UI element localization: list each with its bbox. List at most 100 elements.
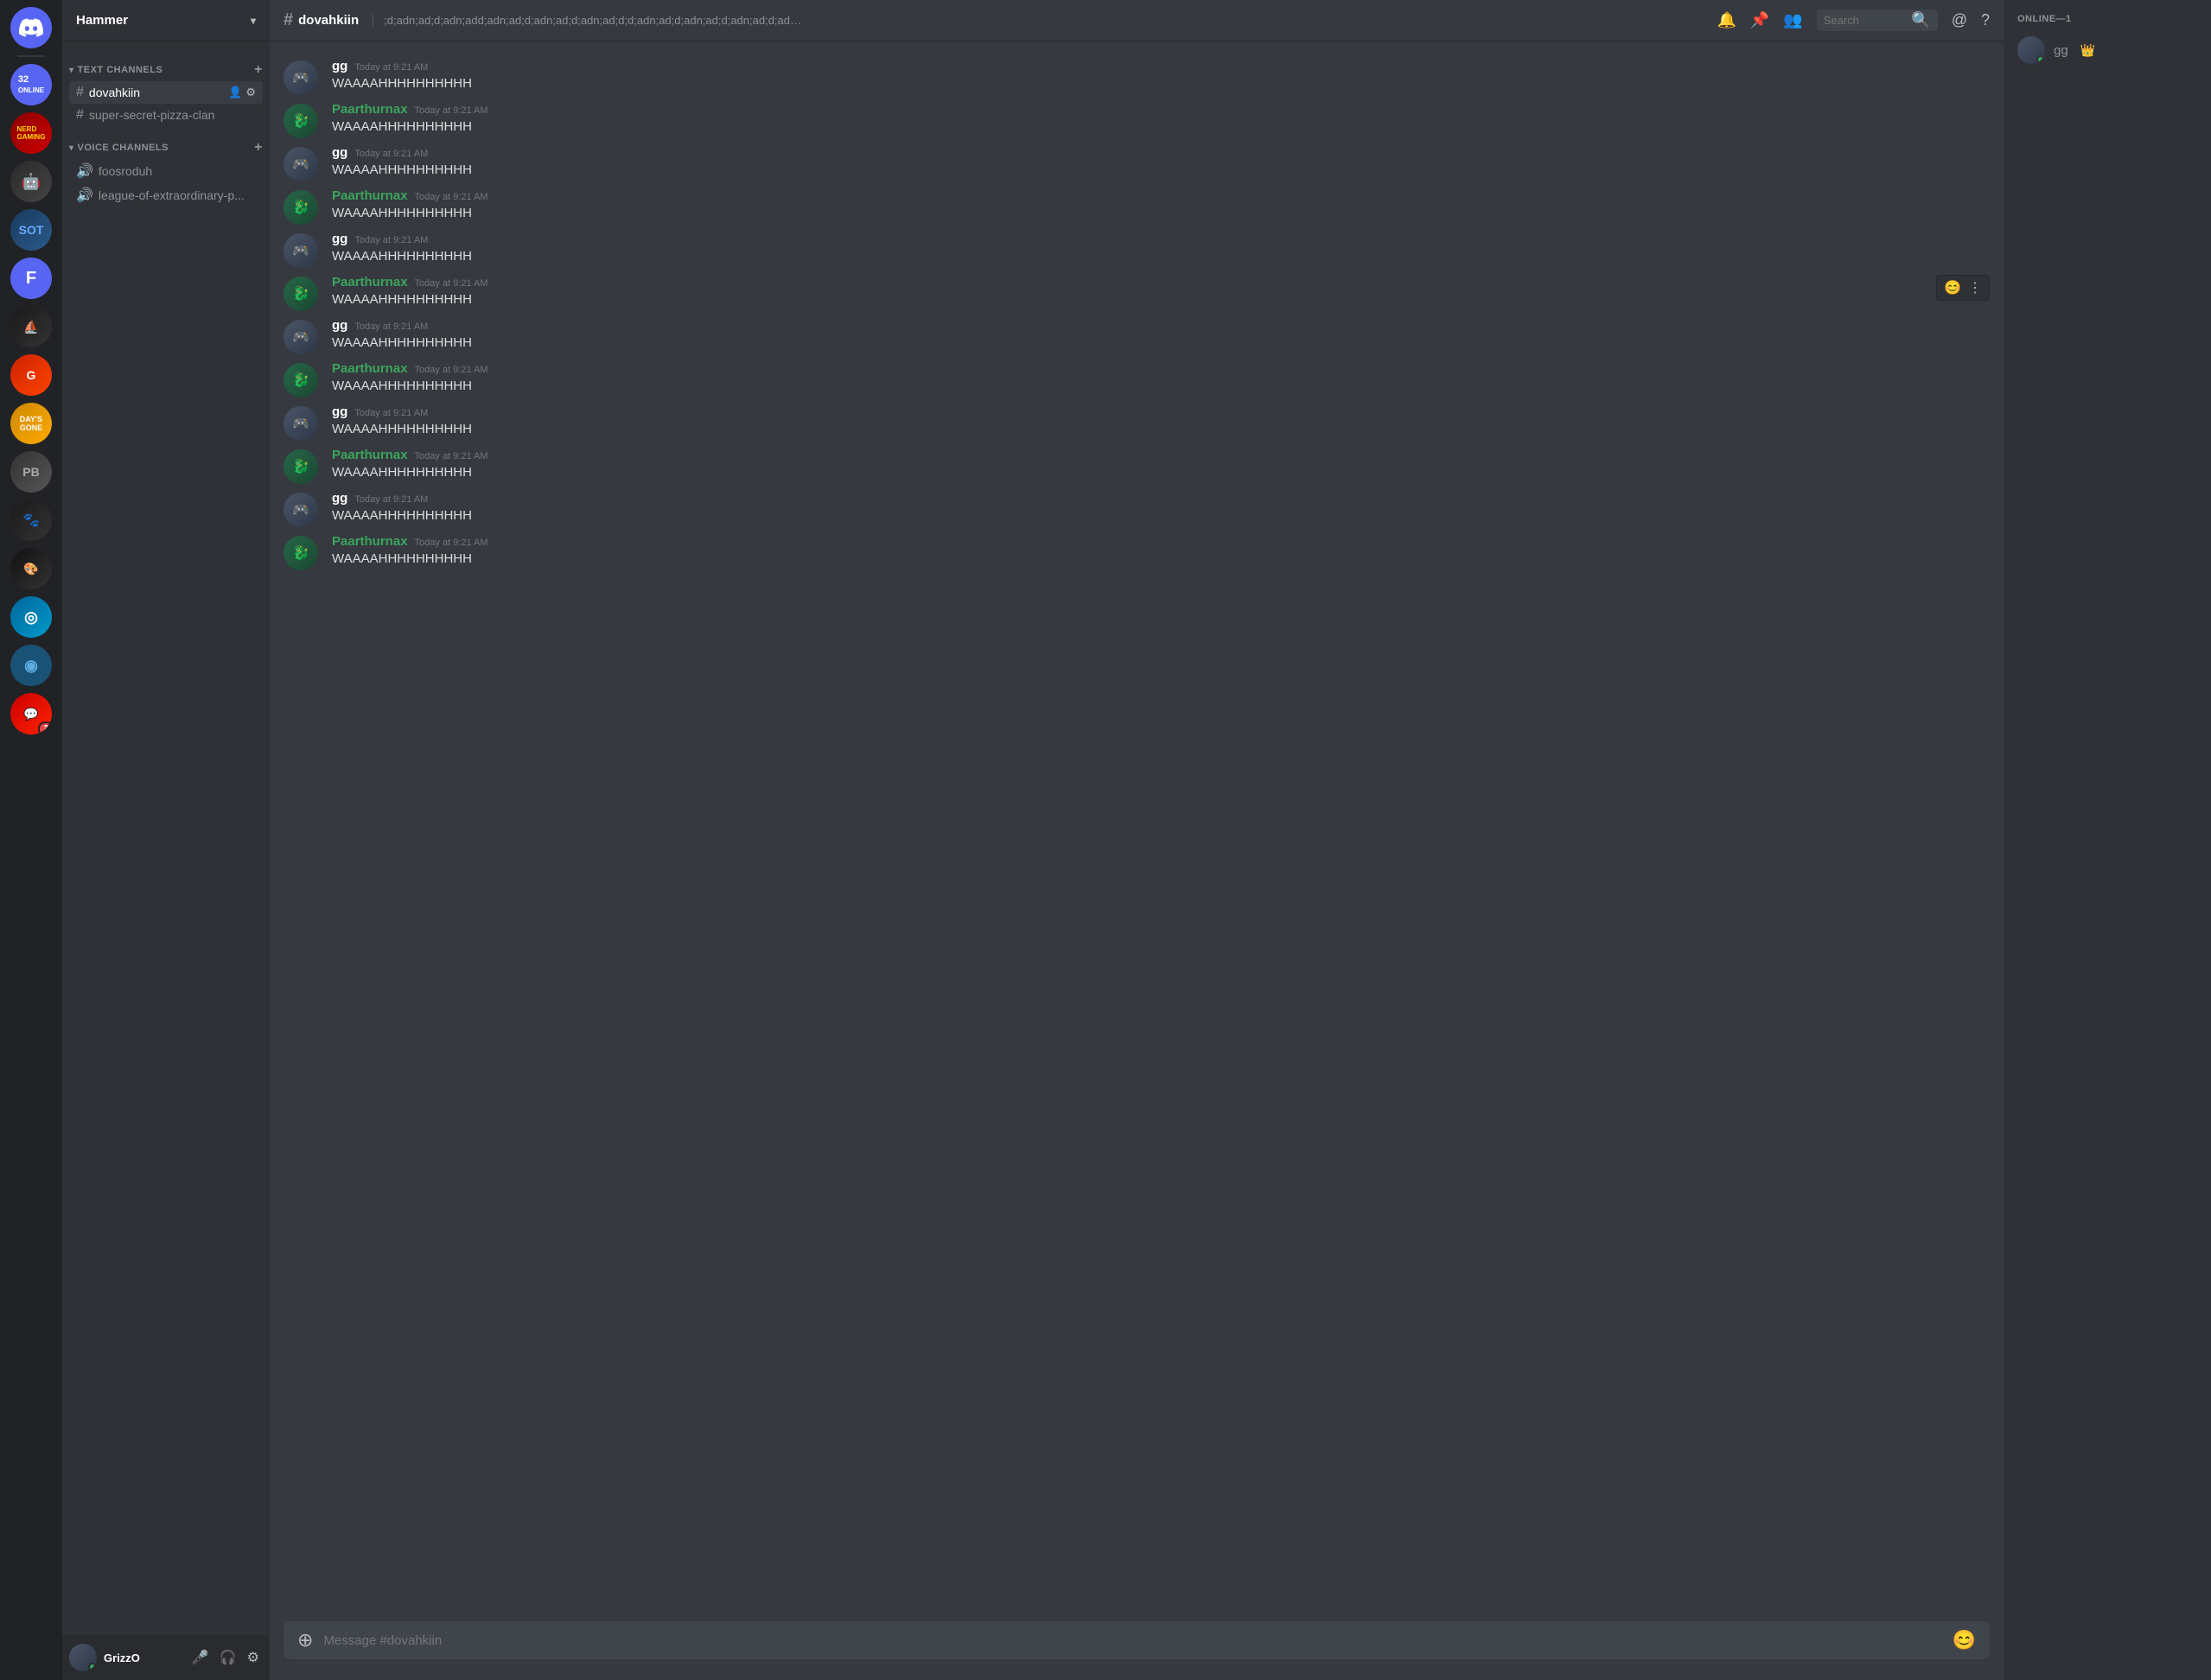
message-meta: Paarthurnax Today at 9:21 AM (332, 448, 1990, 462)
message-author[interactable]: Paarthurnax (332, 448, 408, 462)
message-timestamp: Today at 9:21 AM (415, 365, 488, 375)
server-icon-2[interactable]: NERDGAMING (10, 112, 52, 154)
message-author[interactable]: Paarthurnax (332, 534, 408, 549)
pinned-messages-icon[interactable]: 📌 (1750, 11, 1769, 29)
message-content: Paarthurnax Today at 9:21 AM WAAAAHHHHHH… (332, 188, 1990, 225)
server-icon-12[interactable]: ◎ (10, 596, 52, 638)
message-author[interactable]: Paarthurnax (332, 361, 408, 376)
message-author[interactable]: Paarthurnax (332, 102, 408, 117)
message-group: 🎮 gg Today at 9:21 AM WAAAAHHHHHHHHHH 😊 … (270, 228, 2004, 271)
voice-channels-category[interactable]: ▾ VOICE CHANNELS + (62, 126, 270, 159)
member-avatar-gg (2017, 36, 2045, 64)
server-icon-3[interactable]: 🤖 (10, 161, 52, 202)
message-timestamp: Today at 9:21 AM (415, 538, 488, 548)
message-group: 🐉 Paarthurnax Today at 9:21 AM WAAAAHHHH… (270, 271, 2004, 315)
react-button[interactable]: 😊 (1944, 279, 1961, 296)
member-name-gg: gg (2054, 43, 2068, 58)
server-icon-11[interactable]: 🎨 (10, 548, 52, 589)
message-meta: Paarthurnax Today at 9:21 AM (332, 275, 1990, 290)
message-avatar: 🐉 (284, 363, 318, 398)
add-voice-channel-button[interactable]: + (254, 140, 263, 156)
message-meta: gg Today at 9:21 AM (332, 404, 1990, 419)
server-icon-5[interactable]: F (10, 258, 52, 299)
server-list: 32ONLINE NERDGAMING 🤖 SOT F ⛵ G DAY'SGON… (0, 0, 62, 1680)
server-icon-1[interactable]: 32ONLINE (10, 64, 52, 105)
message-author[interactable]: gg (332, 491, 347, 506)
deafen-button[interactable]: 🎧 (216, 1645, 240, 1670)
channel-item-pizza-clan[interactable]: # super-secret-pizza-clan (69, 104, 263, 126)
message-text: WAAAAHHHHHHHHHH (332, 248, 1990, 266)
server-icon-9[interactable]: PB (10, 451, 52, 493)
message-text: WAAAAHHHHHHHHHH (332, 205, 1990, 223)
message-meta: Paarthurnax Today at 9:21 AM (332, 188, 1990, 203)
online-section-header: ONLINE—1 (2010, 14, 2204, 24)
channel-topic: ;d;adn;ad;d;adn;add;adn;ad;d;adn;ad;d;ad… (373, 14, 805, 27)
user-settings-button[interactable]: ⚙ (244, 1645, 263, 1670)
message-author[interactable]: Paarthurnax (332, 275, 408, 290)
server-icon-14[interactable]: 💬 3 (10, 693, 52, 735)
server-icon-4[interactable]: SOT (10, 209, 52, 251)
message-author[interactable]: gg (332, 232, 347, 246)
notification-bell-icon[interactable]: 🔔 (1717, 11, 1736, 29)
message-meta: gg Today at 9:21 AM (332, 59, 1990, 73)
member-list-icon[interactable]: 👥 (1783, 11, 1802, 29)
message-content: Paarthurnax Today at 9:21 AM WAAAAHHHHHH… (332, 275, 1990, 311)
message-avatar: 🎮 (284, 147, 318, 181)
server-icon-13[interactable]: ◉ (10, 645, 52, 686)
server-header[interactable]: Hammer ▾ (62, 0, 270, 41)
message-author[interactable]: gg (332, 59, 347, 73)
message-text: WAAAAHHHHHHHHHH (332, 507, 1990, 525)
mention-icon[interactable]: @ (1952, 11, 1967, 29)
message-author[interactable]: Paarthurnax (332, 188, 408, 203)
add-text-channel-button[interactable]: + (254, 62, 263, 78)
message-input[interactable] (323, 1633, 1941, 1648)
message-timestamp: Today at 9:21 AM (354, 494, 428, 505)
text-channels-label: TEXT CHANNELS (78, 65, 163, 75)
channel-settings-icon[interactable]: ⚙ (245, 86, 256, 99)
message-author[interactable]: gg (332, 404, 347, 419)
emoji-button[interactable]: 😊 (1953, 1629, 1976, 1651)
channel-item-foosroduh[interactable]: 🔊 foosroduh (69, 159, 263, 183)
channel-name-league: league-of-extraordinary-p... (99, 188, 256, 202)
message-group: 🐉 Paarthurnax Today at 9:21 AM WAAAAHHHH… (270, 358, 2004, 401)
messages-container: 🎮 gg Today at 9:21 AM WAAAAHHHHHHHHHH 😊 … (270, 41, 2004, 1621)
server-icon-6[interactable]: ⛵ (10, 306, 52, 347)
help-icon[interactable]: ? (1981, 11, 1990, 29)
channel-sidebar: Hammer ▾ ▾ TEXT CHANNELS + # dovahkiin 👤… (62, 0, 270, 1680)
message-avatar: 🐉 (284, 104, 318, 138)
message-timestamp: Today at 9:21 AM (415, 451, 488, 461)
channel-actions-dovahkiin: 👤 ⚙ (228, 86, 256, 99)
message-content: Paarthurnax Today at 9:21 AM WAAAAHHHHHH… (332, 534, 1990, 570)
channel-item-dovahkiin[interactable]: # dovahkiin 👤 ⚙ (69, 81, 263, 104)
search-box[interactable]: 🔍 (1817, 10, 1938, 31)
more-options-button[interactable]: ⋮ (1968, 279, 1982, 296)
server-dropdown-chevron: ▾ (251, 15, 256, 27)
main-chat-area: # dovahkiin ;d;adn;ad;d;adn;add;adn;ad;d… (270, 0, 2004, 1680)
message-input-box: ⊕ 😊 (284, 1621, 1990, 1659)
server-icon-8[interactable]: DAY'SGONE (10, 403, 52, 444)
message-avatar: 🐉 (284, 449, 318, 484)
message-timestamp: Today at 9:21 AM (354, 149, 428, 159)
message-author[interactable]: gg (332, 318, 347, 333)
server-icon-10[interactable]: 🐾 (10, 500, 52, 541)
message-text: WAAAAHHHHHHHHHH (332, 291, 1990, 309)
message-hover-actions: 😊 ⋮ (1936, 275, 1990, 301)
add-attachment-button[interactable]: ⊕ (297, 1629, 313, 1651)
channel-invite-icon[interactable]: 👤 (228, 86, 242, 99)
discord-home-button[interactable] (10, 7, 52, 48)
channel-item-league[interactable]: 🔊 league-of-extraordinary-p... (69, 183, 263, 207)
message-text: WAAAAHHHHHHHHHH (332, 334, 1990, 353)
text-channels-category[interactable]: ▾ TEXT CHANNELS + (62, 48, 270, 81)
mute-microphone-button[interactable]: 🎤 (188, 1645, 213, 1670)
voice-channels-arrow: ▾ (69, 143, 74, 153)
server-icon-7[interactable]: G (10, 354, 52, 396)
current-user-avatar (69, 1644, 97, 1671)
message-author[interactable]: gg (332, 145, 347, 160)
search-input[interactable] (1824, 14, 1908, 27)
online-member-gg[interactable]: gg 👑 (2010, 31, 2204, 69)
message-group: 🎮 gg Today at 9:21 AM WAAAAHHHHHHHHHH 😊 … (270, 55, 2004, 99)
message-content: Paarthurnax Today at 9:21 AM WAAAAHHHHHH… (332, 102, 1990, 138)
member-online-dot-gg (2036, 55, 2045, 64)
message-avatar: 🐉 (284, 190, 318, 225)
message-input-area: ⊕ 😊 (270, 1621, 2004, 1680)
